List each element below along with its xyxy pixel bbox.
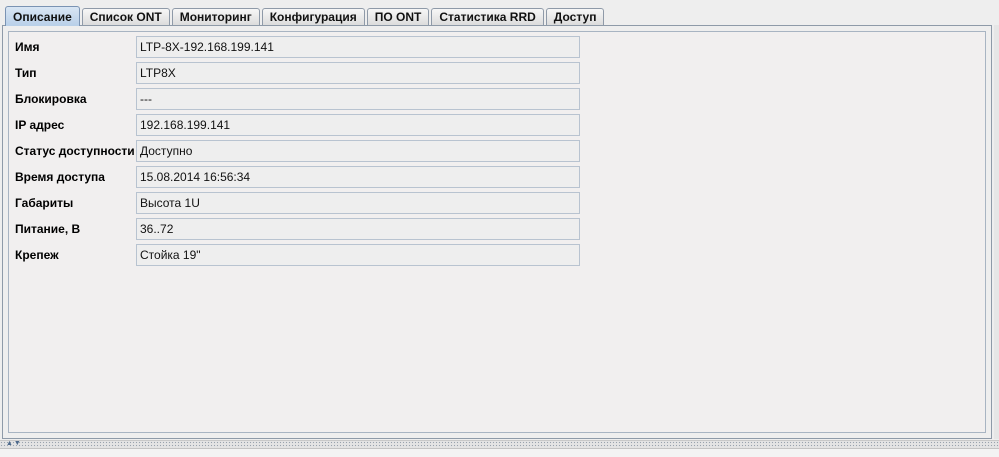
tab-bar: Описание Список ONT Мониторинг Конфигура… [5,5,606,26]
property-label: Время доступа [15,170,105,184]
tab-access[interactable]: Доступ [545,8,605,25]
mount-field[interactable]: Стойка 19" [136,244,580,266]
property-label: Крепеж [15,248,59,262]
tab-rrd-statistics[interactable]: Статистика RRD [431,8,544,25]
property-label: Статус доступности [15,144,135,158]
vertical-scrollbar[interactable] [994,25,999,439]
tab-configuration[interactable]: Конфигурация [261,8,365,25]
split-pane-divider[interactable]: ▲▼ [0,440,999,448]
ip-address-field[interactable]: 192.168.199.141 [136,114,580,136]
property-label: Блокировка [15,92,87,106]
properties-panel: Имя LTP-8X-192.168.199.141 Тип LTP8X Бло… [8,31,986,433]
property-label: Габариты [15,196,74,210]
property-label: Имя [15,40,40,54]
availability-status-field[interactable]: Доступно [136,140,580,162]
tab-monitoring[interactable]: Мониторинг [171,8,260,25]
lock-field[interactable]: --- [136,88,580,110]
collapse-expand-arrows-icon[interactable]: ▲▼ [6,440,22,448]
dimensions-field[interactable]: Высота 1U [136,192,580,214]
access-time-field[interactable]: 15.08.2014 16:56:34 [136,166,580,188]
name-field[interactable]: LTP-8X-192.168.199.141 [136,36,580,58]
tab-content-panel: Имя LTP-8X-192.168.199.141 Тип LTP8X Бло… [2,25,992,439]
tab-ont-list[interactable]: Список ONT [81,8,170,25]
property-label: IP адрес [15,118,65,132]
type-field[interactable]: LTP8X [136,62,580,84]
tab-description[interactable]: Описание [5,6,80,26]
property-label: Питание, В [15,222,81,236]
property-label: Тип [15,66,37,80]
power-field[interactable]: 36..72 [136,218,580,240]
tab-ont-software[interactable]: ПО ONT [366,8,430,25]
